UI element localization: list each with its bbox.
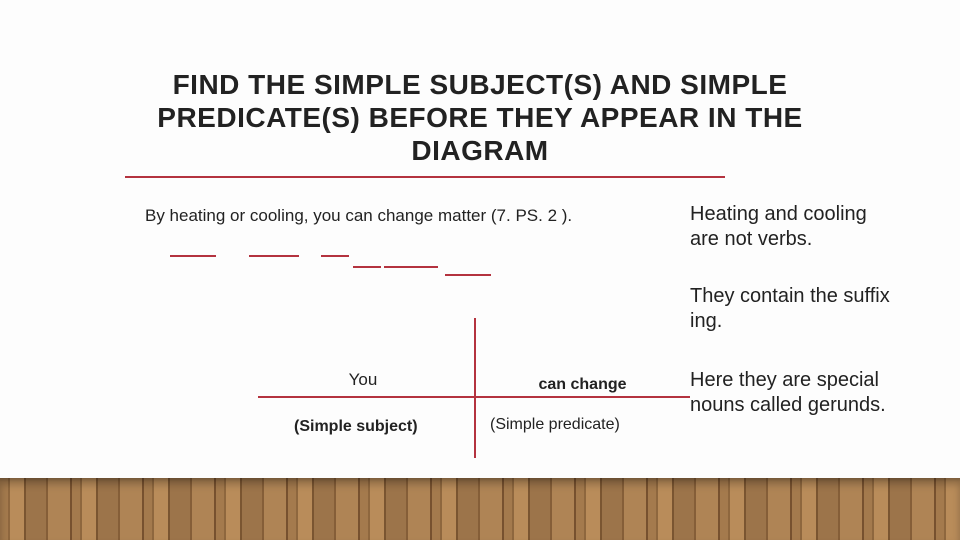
- underline-cooling: [249, 255, 299, 257]
- note-gerunds: Here they are special nouns called gerun…: [690, 368, 900, 418]
- note-not-verbs: Heating and cooling are not verbs.: [690, 202, 900, 252]
- sentence-diagram: You can change (Simple subject) (Simple …: [258, 318, 690, 458]
- example-sentence: By heating or cooling, you can change ma…: [145, 206, 572, 226]
- diagram-vertical-line-lower: [474, 398, 476, 458]
- note-suffix-ing: They contain the suffix ing.: [690, 284, 900, 334]
- diagram-subject-label: (Simple subject): [294, 418, 418, 436]
- slide: FIND THE SIMPLE SUBJECT(S) AND SIMPLE PR…: [0, 0, 960, 540]
- diagram-vertical-line: [474, 318, 476, 398]
- diagram-baseline-right: [476, 396, 690, 398]
- underline-matter: [445, 274, 491, 276]
- slide-title: FIND THE SIMPLE SUBJECT(S) AND SIMPLE PR…: [0, 68, 960, 167]
- underline-can: [353, 266, 381, 268]
- underline-heating: [170, 255, 216, 257]
- diagram-predicate-label: (Simple predicate): [490, 416, 620, 434]
- diagram-predicate: can change: [480, 376, 685, 394]
- underline-change: [384, 266, 438, 268]
- title-underline-left: [125, 176, 425, 178]
- wood-floor-decoration: [0, 478, 960, 540]
- diagram-baseline-left: [258, 396, 476, 398]
- title-underline-right: [425, 176, 725, 178]
- diagram-subject: You: [258, 370, 468, 390]
- underline-you: [321, 255, 349, 257]
- side-notes: Heating and cooling are not verbs. They …: [690, 202, 900, 418]
